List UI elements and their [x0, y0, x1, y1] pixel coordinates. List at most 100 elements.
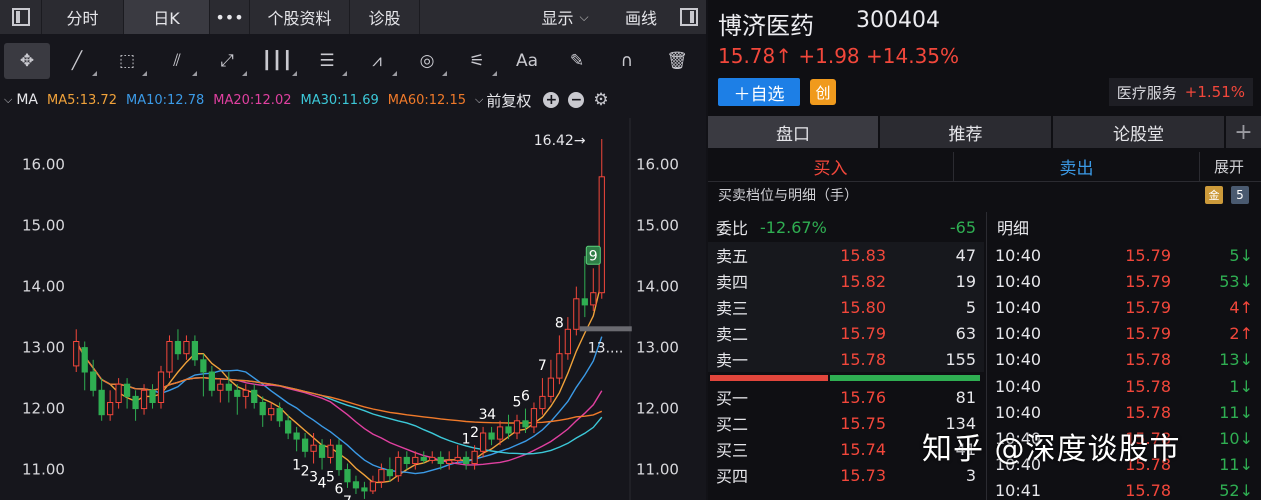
adjust-select[interactable]: 前复权 [486, 90, 531, 111]
candle-down [174, 341, 182, 355]
level-label: 卖一 [716, 351, 749, 370]
ask-levels: 卖五 15.83 47 卖四 15.82 19 卖三 15.80 5 卖二 15.79 63 卖一 15.… [708, 242, 984, 372]
tab-diagnosis[interactable]: 诊股 [350, 0, 420, 34]
add-watchlist-button[interactable]: ＋自选 [718, 78, 800, 106]
candlestick-chart[interactable]: 16.00 16.00 15.00 15.00 14.00 14.00 13.00 13.00… [0, 118, 706, 500]
rect-tool-icon[interactable]: ⬚ [104, 43, 150, 79]
move-icon[interactable]: ✥ [4, 43, 50, 79]
zoom-in-icon[interactable]: + [543, 92, 560, 108]
cycle-tool-icon[interactable]: ◎ [404, 43, 450, 79]
tick-row: 10:40 15.79 2↑ [987, 321, 1261, 347]
magnet-icon[interactable]: ∩ [604, 43, 650, 79]
tick-volume: 11↓ [1219, 402, 1253, 422]
tab-stock-profile[interactable]: 个股资料 [250, 0, 350, 34]
tick-time: 10:40 [995, 297, 1042, 317]
level-label: 卖三 [716, 299, 749, 318]
candle-down [81, 347, 88, 373]
td-count-label: 2 [470, 425, 479, 441]
candle-down [200, 359, 207, 373]
candle-down [132, 395, 139, 410]
channel-tool-icon[interactable]: ⤢ [204, 43, 250, 79]
candle-down [488, 432, 495, 440]
candle-down [208, 371, 215, 391]
chevron-down-icon[interactable]: ⌵ [4, 93, 12, 107]
y-tick-label-left: 15.00 [22, 217, 65, 235]
fan-tool-icon[interactable]: ⫽ [154, 43, 200, 79]
candle-down [581, 298, 588, 306]
more-icon[interactable]: ••• [210, 0, 250, 34]
eraser-icon[interactable]: ✎ [554, 43, 600, 79]
candle-down [420, 456, 427, 461]
cycle-lines-icon[interactable]: ┃┃┃ [254, 43, 300, 79]
buy-button[interactable]: 买入 [708, 152, 954, 181]
td-count-label: 6 [521, 389, 530, 405]
tick-volume: 10↓ [1219, 428, 1253, 448]
gear-icon[interactable]: ⚙ [593, 90, 608, 110]
candle-down [276, 408, 283, 422]
level-count-badge[interactable]: 5 [1231, 186, 1249, 204]
sidebar-toggle-icon[interactable] [0, 0, 42, 34]
tab-orderbook[interactable]: 盘口 [708, 116, 878, 148]
candle-down [522, 420, 529, 428]
level-label: 买一 [716, 389, 749, 408]
wave-tool-icon[interactable]: ⩘ [354, 43, 400, 79]
expand-button[interactable]: 展开 [1200, 152, 1258, 181]
order-level-row[interactable]: 买一 15.76 81 [708, 384, 984, 410]
tab-intraday[interactable]: 分时 [42, 0, 124, 34]
level-price: 15.75 [840, 413, 886, 433]
trash-icon[interactable]: 🗑 [654, 43, 700, 79]
display-menu[interactable]: 显示 ⌵ [520, 0, 610, 34]
candle-up [530, 408, 538, 428]
chevron-down-icon: ⌵ [579, 9, 589, 24]
candle-up [395, 456, 402, 477]
tick-time: 10:40 [995, 350, 1042, 370]
candle-up [573, 298, 580, 330]
order-level-row[interactable]: 卖三 15.80 5 [708, 294, 984, 320]
ma-legend: ⌵ MA MA5:13.72 MA10:12.78 MA20:12.02 MA3… [0, 87, 706, 113]
candle-up [598, 176, 605, 294]
level-price: 15.79 [840, 323, 886, 343]
sell-button[interactable]: 卖出 [954, 152, 1200, 181]
tab-forum[interactable]: 论股堂 [1053, 116, 1224, 148]
td-count-label: 8 [555, 315, 564, 331]
tick-price: 15.78 [1125, 376, 1171, 396]
gold-badge[interactable]: 金 [1205, 186, 1223, 204]
ratio-pct: -12.67% [760, 217, 827, 237]
industry-tag[interactable]: 医疗服务 +1.51% [1108, 78, 1253, 106]
drawing-tools: ✥ ╱ ⬚ ⫽ ⤢ ┃┃┃ ☰ ⩘ ◎ ⚟ Aa ✎ ∩ 🗑 [0, 40, 706, 82]
draw-button[interactable]: 画线 [610, 0, 672, 34]
tab-daily-k[interactable]: 日K [124, 0, 210, 34]
y-tick-label-left: 13.00 [22, 339, 65, 357]
candle-up [429, 456, 436, 461]
zoom-out-icon[interactable]: − [568, 92, 585, 108]
candle-down [318, 444, 326, 458]
level-volume: 63 [955, 323, 976, 343]
candle-up [115, 383, 122, 404]
order-level-row[interactable]: 卖二 15.79 63 [708, 320, 984, 346]
candle-up [166, 341, 173, 373]
y-tick-label-left: 11.00 [22, 461, 65, 479]
order-level-row[interactable]: 卖一 15.78 155 [708, 346, 984, 372]
y-tick-label-right: 13.00 [636, 339, 679, 357]
watermark: 知乎 @深度谈股市 [922, 432, 1181, 467]
tick-volume: 13↓ [1219, 350, 1253, 370]
stock-name: 博济医药 [718, 12, 814, 40]
candle-up [378, 469, 385, 483]
candle-up [556, 353, 563, 379]
text-tool-icon[interactable]: Aa [504, 43, 550, 79]
order-level-row[interactable]: 卖五 15.83 47 [708, 242, 984, 268]
stock-quote: 15.78↑ +1.98 +14.35% [718, 44, 960, 68]
tab-recommend[interactable]: 推荐 [880, 116, 1051, 148]
line-tool-icon[interactable]: ╱ [54, 43, 100, 79]
panel-toggle-icon[interactable] [672, 0, 706, 34]
order-level-row[interactable]: 卖四 15.82 19 [708, 268, 984, 294]
add-tab-button[interactable]: + [1226, 116, 1261, 148]
candle-down [301, 438, 309, 452]
gann-tool-icon[interactable]: ⚟ [454, 43, 500, 79]
ma5-value: MA5:13.72 [47, 92, 117, 108]
tick-row: 10:40 15.78 1↓ [987, 373, 1261, 399]
fib-tool-icon[interactable]: ☰ [304, 43, 350, 79]
tick-volume: 4↑ [1229, 297, 1253, 317]
td-count-label: 4 [487, 407, 496, 423]
chevron-down-icon[interactable]: ⌵ [475, 93, 483, 107]
